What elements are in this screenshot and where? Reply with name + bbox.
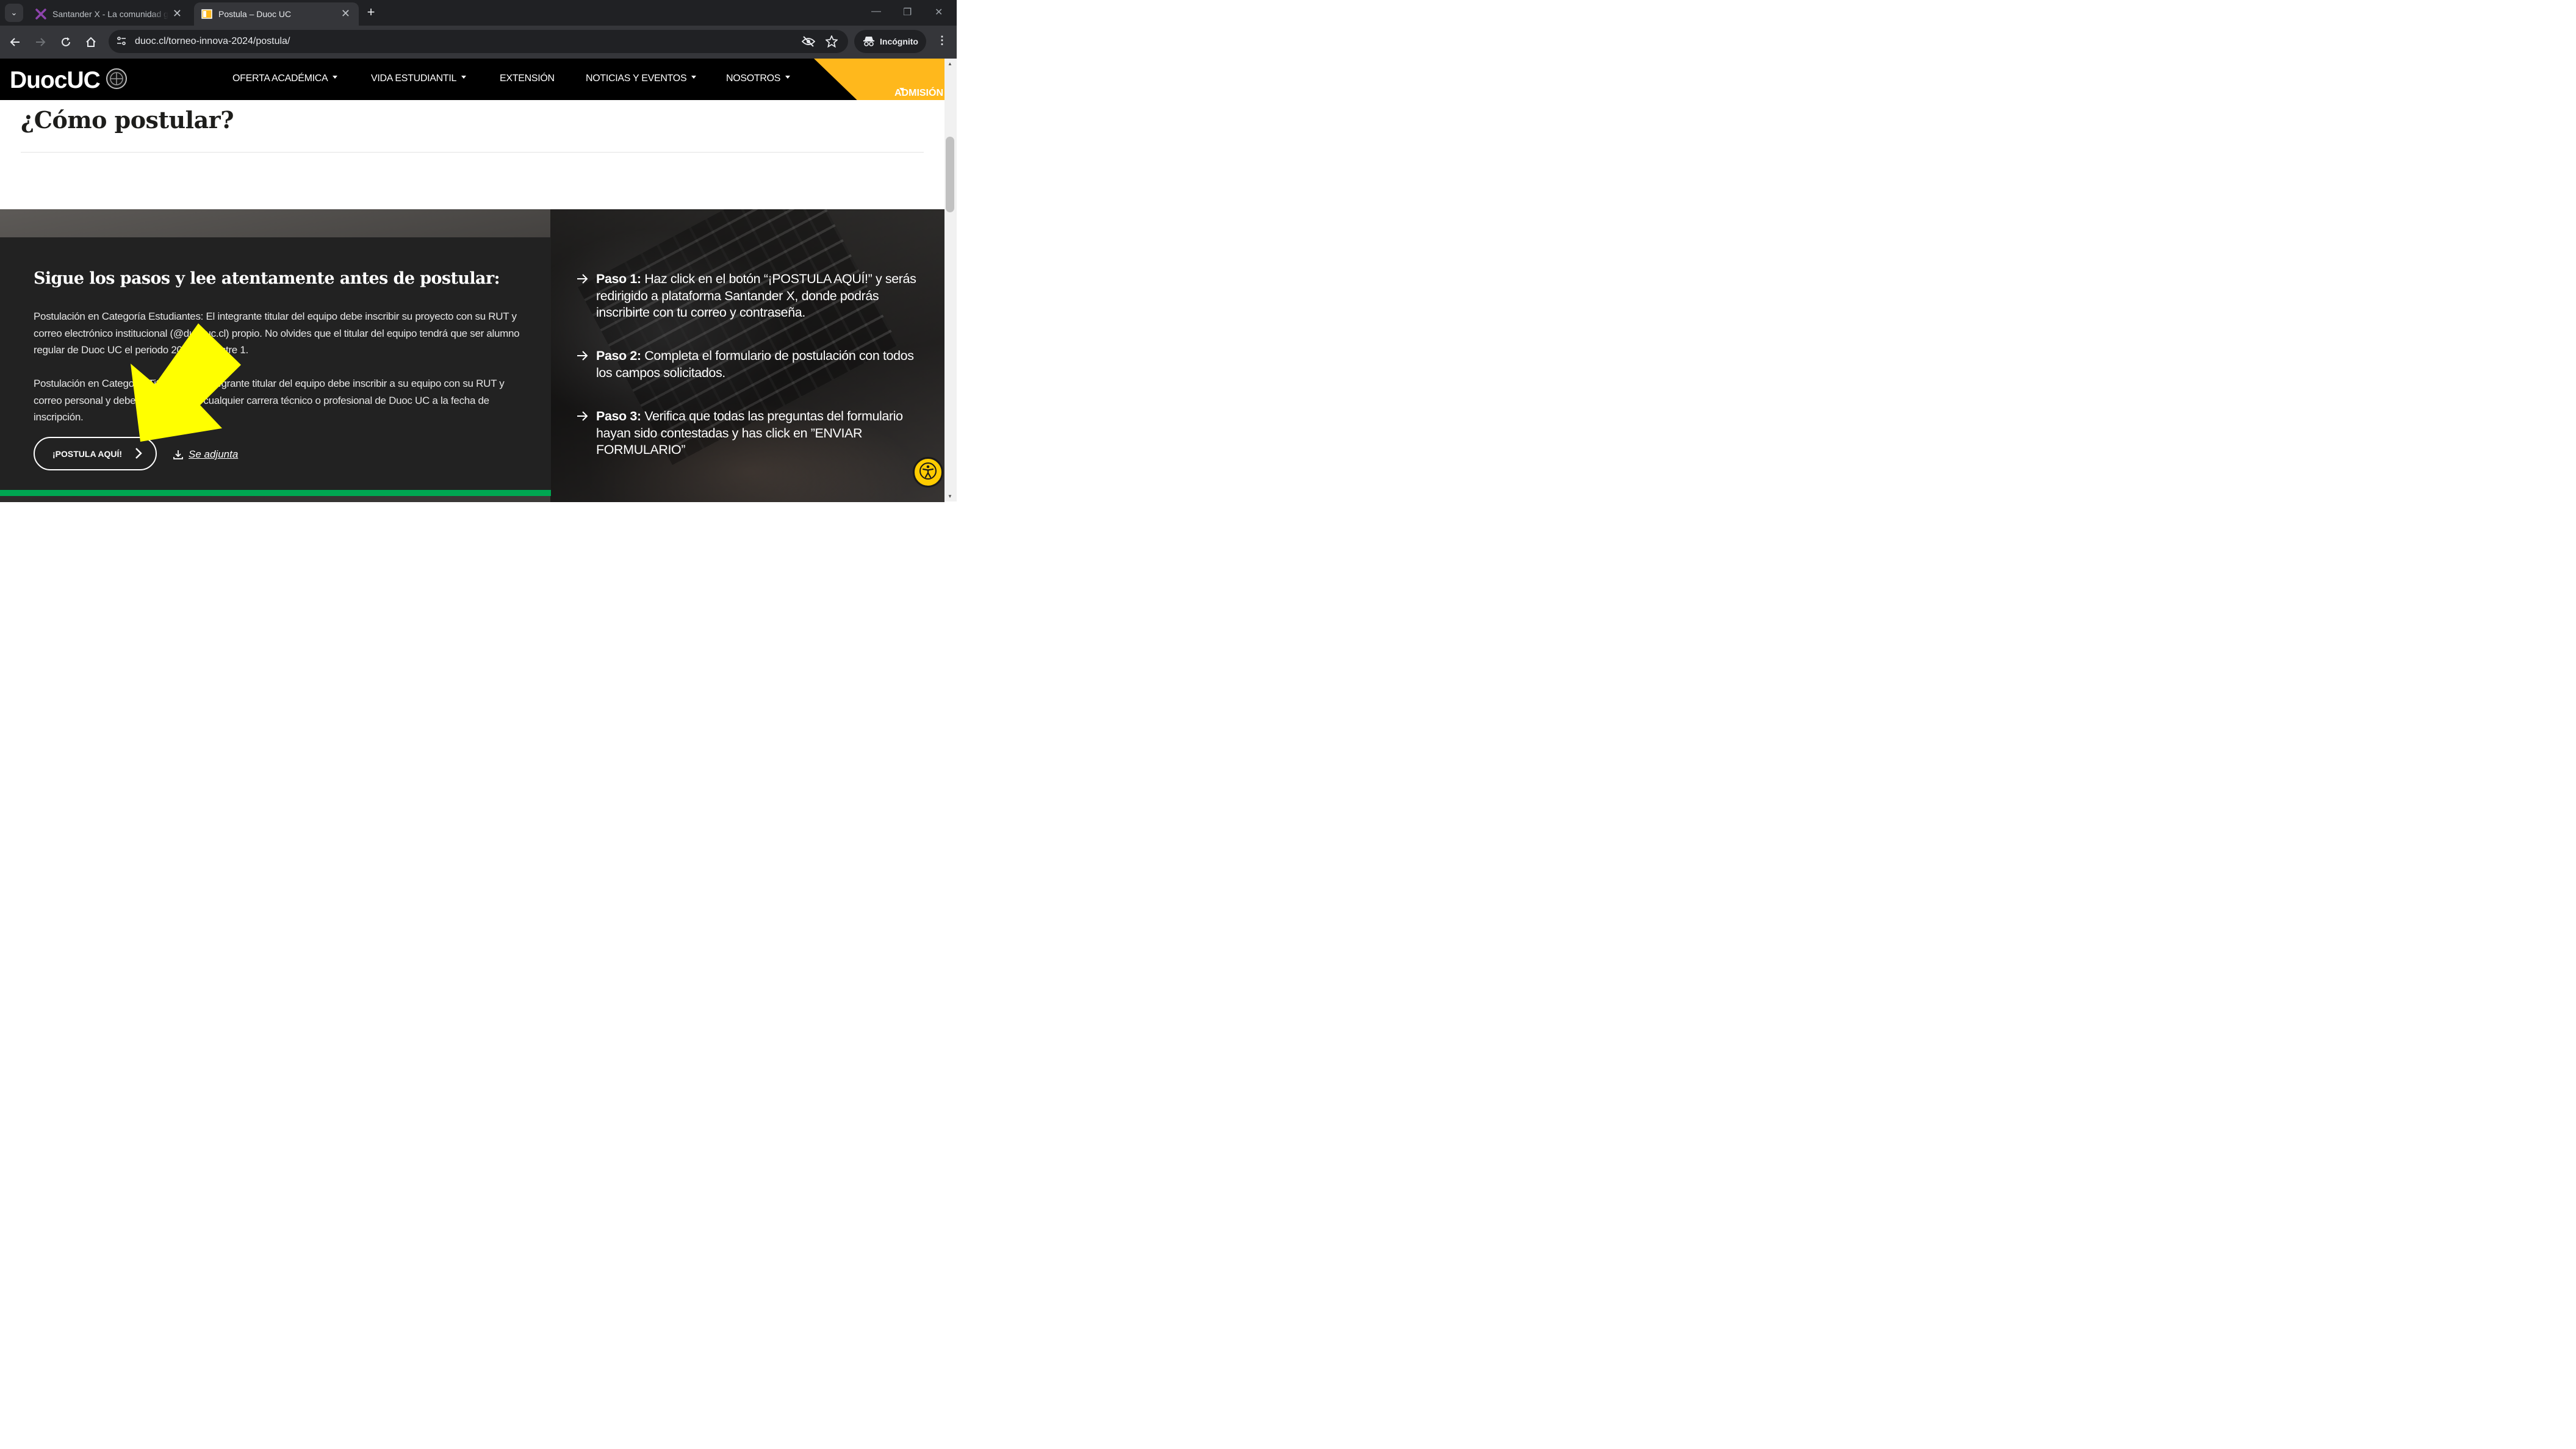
- step-text: Completa el formulario de postulación co…: [596, 348, 914, 380]
- divider: [21, 152, 924, 153]
- step-text: Haz click en el botón “¡POSTULA AQUÍ!” y…: [596, 271, 916, 320]
- tracking-protection-eye-off-icon[interactable]: [801, 36, 816, 50]
- postula-aqui-label: ¡POSTULA AQUÍ!: [52, 448, 123, 459]
- chevron-down-icon: [785, 76, 791, 79]
- nav-oferta-academica[interactable]: OFERTA ACADÉMICA: [232, 73, 338, 84]
- close-tab-icon[interactable]: ✕: [173, 8, 182, 19]
- reload-icon[interactable]: [58, 34, 74, 50]
- chevron-down-icon: [333, 76, 338, 79]
- accessibility-widget-button[interactable]: [913, 457, 943, 487]
- nav-vida-estudiantil[interactable]: VIDA ESTUDIANTIL: [371, 73, 467, 84]
- nav-extension[interactable]: EXTENSIÓN: [500, 73, 555, 84]
- scroll-up-icon[interactable]: ▲: [948, 61, 952, 67]
- page-scrollbar[interactable]: ▲ ▼: [944, 59, 957, 502]
- students-category-text: Postulación en Categoría Estudiantes: El…: [34, 311, 520, 356]
- green-accent-bar: [0, 490, 551, 496]
- page-title: ¿Cómo postular?: [21, 106, 234, 134]
- chevron-down-icon: [461, 76, 467, 79]
- browser-menu-icon[interactable]: ⋮: [937, 34, 948, 47]
- duoc-uc-logo[interactable]: DuocUC: [10, 68, 101, 93]
- browser-tab-bar: ⌄ Santander X - La comunidad global ✕ Po…: [0, 0, 957, 26]
- chevron-down-icon: [691, 76, 697, 79]
- nav-noticias-y-eventos[interactable]: NOTICIAS Y EVENTOS: [586, 73, 697, 84]
- tab-search-dropdown-icon[interactable]: ⌄: [5, 4, 23, 22]
- nav-nosotros[interactable]: NOSOTROS: [726, 73, 791, 84]
- arrow-right-icon: [577, 271, 589, 290]
- bookmark-star-icon[interactable]: [824, 34, 839, 51]
- attachment-label: Se adjunta: [189, 448, 239, 460]
- browser-toolbar: duoc.cl/torneo-innova-2024/postula/ Incó…: [0, 26, 957, 59]
- tab-postula[interactable]: Postula – Duoc UC ✕: [194, 2, 359, 26]
- arrow-right-icon: [577, 348, 589, 367]
- scrollbar-thumb[interactable]: [946, 137, 954, 212]
- yellow-annotation-arrow-icon: [131, 323, 241, 442]
- attachment-link[interactable]: Se adjunta: [173, 448, 238, 461]
- tab-title: Santander X - La comunidad global: [52, 9, 168, 19]
- accessibility-icon: [919, 462, 937, 483]
- incognito-icon: [863, 36, 875, 49]
- chevron-down-icon: [899, 88, 904, 91]
- home-icon[interactable]: [83, 34, 99, 50]
- site-settings-icon[interactable]: [117, 36, 126, 49]
- url-text: duoc.cl/torneo-innova-2024/postula/: [135, 36, 290, 46]
- forward-icon[interactable]: [32, 34, 48, 50]
- arrow-right-icon: [577, 408, 589, 428]
- step-label: Paso 3:: [596, 409, 641, 423]
- admission-button[interactable]: ADMISIÓN: [814, 59, 944, 100]
- incognito-label: Incógnito: [880, 37, 918, 46]
- restore-icon[interactable]: ❐: [903, 6, 912, 18]
- step-text: Verifica que todas las preguntas del for…: [596, 409, 903, 457]
- close-tab-icon[interactable]: ✕: [341, 8, 350, 19]
- duoc-favicon-icon: [201, 9, 212, 20]
- tab-title: Postula – Duoc UC: [218, 9, 292, 19]
- new-tab-icon[interactable]: +: [364, 4, 378, 21]
- back-icon[interactable]: [7, 34, 23, 50]
- minimize-icon[interactable]: —: [871, 6, 881, 17]
- site-header: DuocUC OFERTA ACADÉMICA VIDA ESTUDIANTIL…: [0, 59, 944, 100]
- tab-santander[interactable]: Santander X - La comunidad global ✕: [28, 2, 190, 26]
- scroll-down-icon[interactable]: ▼: [948, 494, 952, 499]
- download-icon: [173, 449, 184, 460]
- chevron-right-icon: [135, 447, 142, 461]
- step-label: Paso 2:: [596, 348, 641, 363]
- address-bar[interactable]: duoc.cl/torneo-innova-2024/postula/: [109, 30, 848, 53]
- card-title: Sigue los pasos y lee atentamente antes …: [34, 269, 500, 288]
- close-window-icon[interactable]: ✕: [935, 6, 943, 18]
- university-seal-icon: [106, 67, 128, 90]
- santander-x-favicon-icon: [35, 9, 46, 20]
- graduates-category-text: Postulación en Categoría Titulados: El i…: [34, 378, 505, 423]
- step-label: Paso 1:: [596, 271, 641, 286]
- incognito-indicator[interactable]: Incógnito: [854, 30, 926, 53]
